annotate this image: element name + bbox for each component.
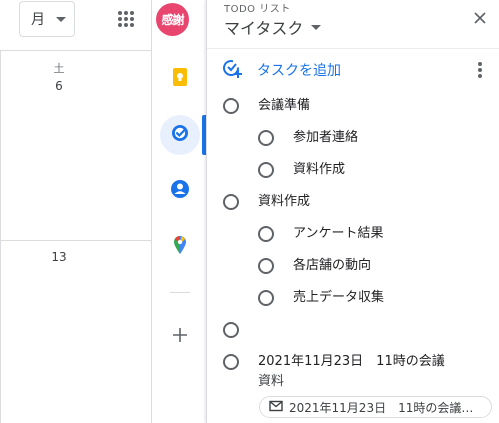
- view-select-dropdown[interactable]: 月: [19, 1, 75, 37]
- subtask-item[interactable]: 売上データ収集: [258, 290, 384, 308]
- task-title: 会議準備: [258, 98, 311, 113]
- add-task-button[interactable]: タスクを追加: [221, 58, 341, 82]
- side-panel-rail: [152, 40, 206, 423]
- plus-icon[interactable]: [171, 326, 189, 344]
- calendar-header-divider: [0, 50, 152, 51]
- panel-subtitle: TODO リスト: [224, 4, 291, 15]
- task-checkbox[interactable]: [223, 98, 239, 114]
- view-select-label: 月: [31, 12, 45, 28]
- task-checkbox[interactable]: [223, 194, 239, 210]
- add-task-label: タスクを追加: [257, 63, 341, 79]
- task-item[interactable]: 資料作成: [223, 194, 310, 212]
- keep-icon: [170, 67, 190, 91]
- calendar-week-divider: [0, 240, 152, 241]
- calendar-grid-line: [0, 50, 1, 423]
- task-title: 2021年11月23日 11時の会議: [258, 354, 445, 369]
- chevron-down-icon: [311, 24, 322, 30]
- date-cell-13[interactable]: 13: [0, 250, 118, 264]
- task-checkbox[interactable]: [258, 130, 274, 146]
- maps-button[interactable]: [160, 227, 200, 267]
- subtask-item[interactable]: 各店舗の動向: [258, 258, 371, 276]
- rail-divider: [170, 292, 190, 293]
- calendar-area: 月 土 6 13: [0, 0, 152, 423]
- keep-button[interactable]: [160, 59, 200, 99]
- avatar[interactable]: 感謝: [156, 3, 189, 36]
- task-title: 各店舗の動向: [293, 258, 372, 273]
- task-checkbox[interactable]: [258, 162, 274, 178]
- task-item[interactable]: [223, 322, 258, 338]
- add-task-icon: [221, 57, 243, 83]
- close-icon[interactable]: [471, 9, 489, 27]
- task-item[interactable]: 2021年11月23日 11時の会議 資料: [223, 354, 445, 392]
- tasks-icon: [170, 123, 190, 147]
- maps-icon: [170, 235, 190, 259]
- day-name-saturday: 土: [53, 62, 65, 75]
- task-checkbox[interactable]: [258, 290, 274, 306]
- mail-icon: [269, 400, 283, 415]
- contacts-icon: [170, 179, 190, 203]
- email-link-chip[interactable]: 2021年11月23日 11時の会議…: [259, 396, 492, 418]
- email-chip-label: 2021年11月23日 11時の会議…: [289, 400, 474, 415]
- panel-header-divider: [207, 48, 499, 49]
- task-title: 資料作成: [293, 162, 346, 177]
- subtask-item[interactable]: 資料作成: [258, 162, 345, 180]
- tasks-button[interactable]: [160, 115, 200, 155]
- task-title: アンケート結果: [293, 226, 384, 241]
- task-notes: 資料: [258, 374, 285, 389]
- contacts-button[interactable]: [160, 171, 200, 211]
- more-vert-icon[interactable]: [475, 60, 485, 80]
- task-title: 参加者連絡: [293, 130, 359, 145]
- apps-grid-icon[interactable]: [116, 9, 136, 29]
- task-checkbox[interactable]: [223, 322, 239, 338]
- task-title: 資料作成: [258, 194, 311, 209]
- chevron-down-icon: [56, 17, 66, 22]
- subtask-item[interactable]: 参加者連絡: [258, 130, 358, 148]
- task-list-selector[interactable]: マイタスク: [224, 15, 322, 39]
- task-checkbox[interactable]: [258, 258, 274, 274]
- task-checkbox[interactable]: [258, 226, 274, 242]
- task-checkbox[interactable]: [223, 354, 239, 370]
- date-cell-6[interactable]: 6: [0, 79, 118, 93]
- subtask-item[interactable]: アンケート結果: [258, 226, 383, 244]
- task-title: 売上データ収集: [293, 290, 385, 305]
- task-item[interactable]: 会議準備: [223, 98, 310, 116]
- page-title: マイタスク: [224, 19, 304, 38]
- tasks-panel: TODO リスト マイタスク タスクを追加 会議準備 参加者連絡 資料作成 資料…: [206, 0, 499, 423]
